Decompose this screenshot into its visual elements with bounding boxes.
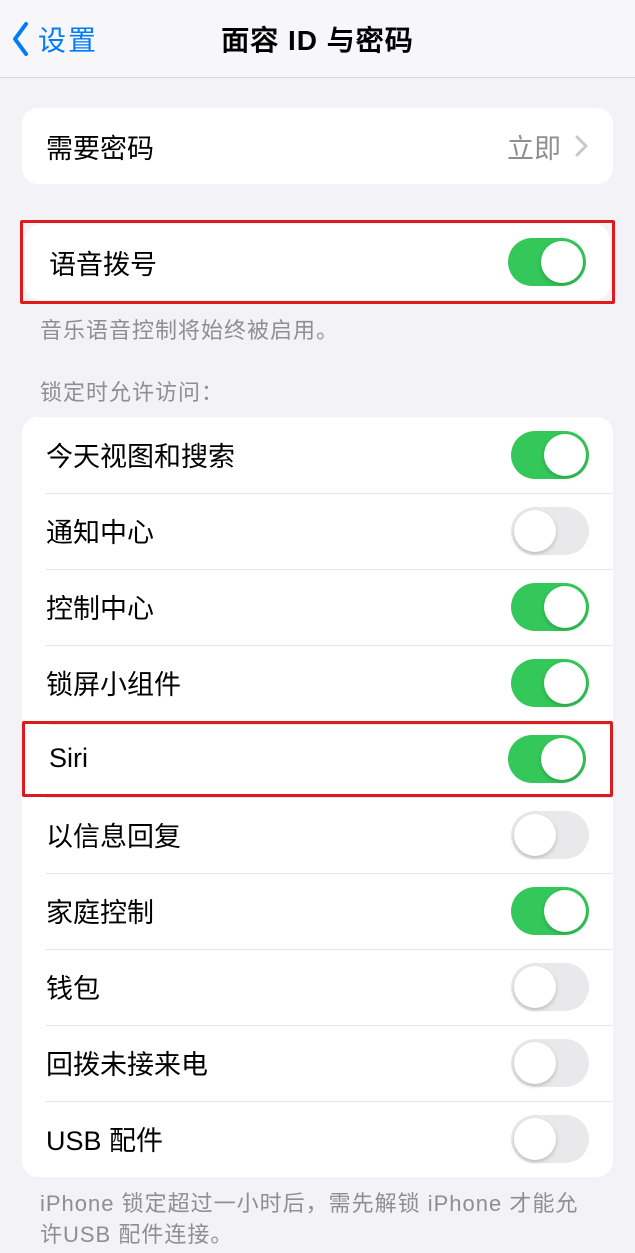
lock-access-item-label: Siri [49, 743, 508, 774]
lock-access-toggle[interactable] [511, 1039, 589, 1087]
toggle-knob [541, 241, 583, 283]
lock-access-row: 通知中心 [22, 493, 613, 569]
lock-access-item-label: 回拨未接来电 [46, 1043, 511, 1082]
lock-access-toggle[interactable] [511, 583, 589, 631]
page-title: 面容 ID 与密码 [221, 19, 414, 59]
toggle-knob [514, 1118, 556, 1160]
toggle-knob [514, 510, 556, 552]
lock-access-header: 锁定时允许访问： [0, 375, 635, 417]
lock-access-toggle[interactable] [511, 963, 589, 1011]
lock-access-item-label: 控制中心 [46, 587, 511, 626]
lock-access-toggle[interactable] [511, 1115, 589, 1163]
lock-access-toggle[interactable] [511, 887, 589, 935]
back-label: 设置 [38, 19, 98, 59]
navigation-bar: 设置 面容 ID 与密码 [0, 0, 635, 78]
lock-access-row: 今天视图和搜索 [22, 417, 613, 493]
lock-access-group: 锁定时允许访问： 今天视图和搜索通知中心控制中心锁屏小组件 Siri 以信息回复家庭… [0, 375, 635, 1251]
toggle-knob [544, 890, 586, 932]
lock-access-toggle[interactable] [511, 507, 589, 555]
voice-dial-group: 语音拨号 音乐语音控制将始终被启用。 [0, 220, 635, 347]
lock-access-item-label: 以信息回复 [46, 815, 511, 854]
lock-access-item-label: 锁屏小组件 [46, 663, 511, 702]
voice-dial-footer: 音乐语音控制将始终被启用。 [0, 304, 635, 347]
lock-access-item-label: 通知中心 [46, 511, 511, 550]
toggle-knob [544, 662, 586, 704]
toggle-knob [544, 586, 586, 628]
lock-access-row: USB 配件 [22, 1101, 613, 1177]
require-passcode-row[interactable]: 需要密码 立即 [22, 108, 613, 184]
lock-access-toggle[interactable] [508, 735, 586, 783]
voice-dial-toggle[interactable] [508, 238, 586, 286]
back-button[interactable]: 设置 [0, 0, 98, 77]
toggle-knob [514, 814, 556, 856]
lock-access-item-label: 钱包 [46, 967, 511, 1006]
highlight-voice-dial: 语音拨号 [20, 220, 615, 304]
lock-access-row: Siri [22, 721, 613, 797]
lock-access-item-label: 今天视图和搜索 [46, 435, 511, 474]
chevron-left-icon [10, 21, 32, 57]
require-passcode-value: 立即 [507, 127, 561, 166]
lock-access-toggle[interactable] [511, 659, 589, 707]
chevron-right-icon [575, 135, 589, 157]
require-passcode-group: 需要密码 立即 [0, 108, 635, 184]
lock-access-item-label: 家庭控制 [46, 891, 511, 930]
lock-access-row: 回拨未接来电 [22, 1025, 613, 1101]
lock-access-row: 钱包 [22, 949, 613, 1025]
lock-access-row: 控制中心 [22, 569, 613, 645]
voice-dial-label: 语音拨号 [49, 243, 508, 282]
toggle-knob [541, 738, 583, 780]
lock-access-footer: iPhone 锁定超过一小时后，需先解锁 iPhone 才能允许USB 配件连接… [0, 1177, 635, 1251]
voice-dial-row: 语音拨号 [25, 224, 610, 300]
toggle-knob [514, 966, 556, 1008]
require-passcode-label: 需要密码 [46, 127, 507, 166]
lock-access-toggle[interactable] [511, 431, 589, 479]
lock-access-toggle[interactable] [511, 811, 589, 859]
lock-access-item-label: USB 配件 [46, 1119, 511, 1158]
lock-access-row: 以信息回复 [22, 797, 613, 873]
lock-access-row: 锁屏小组件 [22, 645, 613, 721]
lock-access-row: 家庭控制 [22, 873, 613, 949]
toggle-knob [514, 1042, 556, 1084]
toggle-knob [544, 434, 586, 476]
